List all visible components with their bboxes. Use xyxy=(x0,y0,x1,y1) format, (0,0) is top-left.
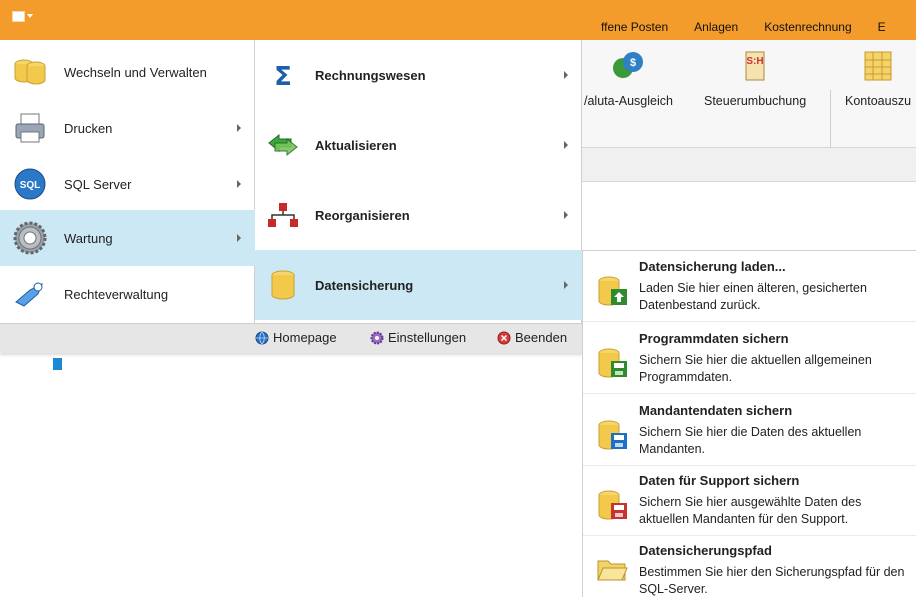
submenu-item-desc: Laden Sie hier einen älteren, gesicherte… xyxy=(639,281,867,312)
folder-open-icon xyxy=(597,560,628,581)
submenu-item-desc: Bestimmen Sie hier den Sicherungspfad fü… xyxy=(639,565,905,596)
app-menu-level1: Wechseln und Verwalten Drucken SQL SQL S… xyxy=(0,40,255,323)
database-stack-icon xyxy=(14,59,46,85)
menu-item-label: Wechseln und Verwalten xyxy=(64,64,207,80)
homepage-label: Homepage xyxy=(273,330,337,345)
chevron-right-icon xyxy=(237,124,241,132)
tax-transfer-icon: S:H xyxy=(745,51,765,81)
menu-item-sicherungspfad[interactable]: Datensicherungspfad Bestimmen Sie hier d… xyxy=(583,535,916,597)
chevron-right-icon xyxy=(237,180,241,188)
currency-exchange-icon: $ xyxy=(613,52,644,78)
menu-item-label: Rechnungswesen xyxy=(315,67,426,83)
settings-label: Einstellungen xyxy=(388,330,467,345)
gear-icon xyxy=(13,221,47,255)
menu-item-reorganisieren[interactable]: Reorganisieren xyxy=(255,180,582,250)
menu-item-mandantendaten-sichern[interactable]: Mandantendaten sichern Sichern Sie hier … xyxy=(583,395,916,465)
submenu-separator xyxy=(583,393,916,394)
chevron-down-icon xyxy=(27,14,33,18)
submenu-item-title: Mandantendaten sichern xyxy=(639,403,793,418)
ribbon-item-label: Steuerumbuchung xyxy=(704,94,807,108)
menu-item-programmdaten-sichern[interactable]: Programmdaten sichern Sichern Sie hier d… xyxy=(583,323,916,393)
menu-bottom-bar: Homepage Einstellungen Beenden xyxy=(0,323,583,353)
settings-gear-icon xyxy=(370,331,384,344)
tab-anlagen[interactable]: Anlagen xyxy=(681,20,751,34)
app-menu-icon xyxy=(12,10,25,22)
ribbon-item-label: Kontoauszu xyxy=(845,94,912,108)
svg-text:$: $ xyxy=(630,57,636,69)
submenu-item-desc: Sichern Sie hier ausgewählte Daten des a… xyxy=(639,495,862,526)
submenu-item-title: Programmdaten sichern xyxy=(639,331,789,346)
datensicherung-submenu: Datensicherung laden... Laden Sie hier e… xyxy=(582,250,916,597)
database-save-red-icon xyxy=(598,490,627,520)
database-upload-icon xyxy=(598,276,627,306)
tab-more[interactable]: E xyxy=(865,20,899,34)
homepage-button[interactable]: Homepage xyxy=(255,330,337,345)
globe-icon xyxy=(255,331,269,344)
printer-icon xyxy=(15,113,45,143)
menu-item-datensicherung-laden[interactable]: Datensicherung laden... Laden Sie hier e… xyxy=(583,251,916,321)
hierarchy-icon xyxy=(268,203,298,227)
menu-item-sql-server[interactable]: SQL SQL Server xyxy=(0,156,255,212)
menu-item-label: Aktualisieren xyxy=(315,137,397,153)
key-icon xyxy=(15,282,43,307)
valuta-ausgleich-button[interactable]: $ /aluta-Ausgleich xyxy=(584,50,673,108)
menu-item-label: Rechteverwaltung xyxy=(64,286,169,302)
exit-button[interactable]: Beenden xyxy=(497,330,567,345)
database-save-blue-icon xyxy=(598,420,627,450)
menu-item-datensicherung[interactable]: Datensicherung xyxy=(255,250,582,320)
menu-item-wartung[interactable]: Wartung xyxy=(0,210,255,266)
refresh-arrows-icon xyxy=(268,133,298,157)
close-circle-icon xyxy=(497,331,511,344)
menu-item-aktualisieren[interactable]: Aktualisieren xyxy=(255,110,582,180)
kontoauszug-button[interactable]: Kontoauszu xyxy=(845,50,911,108)
menu-item-label: Reorganisieren xyxy=(315,207,410,223)
tab-offene-posten[interactable]: ffene Posten xyxy=(588,20,681,34)
menu-item-label: SQL Server xyxy=(64,176,132,192)
submenu-item-title: Datensicherung laden... xyxy=(639,259,786,274)
settings-button[interactable]: Einstellungen xyxy=(370,330,466,345)
chevron-right-icon xyxy=(564,71,568,79)
submenu-item-title: Datensicherungspfad xyxy=(639,543,772,558)
chevron-right-icon xyxy=(237,234,241,242)
calendar-grid-icon xyxy=(864,51,892,81)
menu-item-label: Wartung xyxy=(64,230,113,246)
menu-item-support-sichern[interactable]: Daten für Support sichern Sichern Sie hi… xyxy=(583,465,916,535)
database-icon xyxy=(271,270,295,300)
menu-item-drucken[interactable]: Drucken xyxy=(0,100,255,156)
app-menu-level2: Σ Rechnungswesen Aktualisieren Reorganis… xyxy=(255,40,582,323)
database-save-green-icon xyxy=(598,348,627,378)
chevron-right-icon xyxy=(564,141,568,149)
svg-text:SQL: SQL xyxy=(20,180,41,191)
submenu-item-desc: Sichern Sie hier die aktuellen allgemein… xyxy=(639,353,872,384)
chevron-right-icon xyxy=(564,211,568,219)
exit-label: Beenden xyxy=(515,330,568,345)
ribbon-item-label: /aluta-Ausgleich xyxy=(584,94,673,108)
menu-item-label: Drucken xyxy=(64,120,113,136)
menu-item-wechseln[interactable]: Wechseln und Verwalten xyxy=(0,44,255,100)
menu-item-label: Datensicherung xyxy=(315,277,414,293)
submenu-item-desc: Sichern Sie hier die Daten des aktuellen… xyxy=(639,425,862,456)
ribbon-tabs: ffene Posten Anlagen Kostenrechnung E xyxy=(588,20,899,34)
steuerumbuchung-button[interactable]: S:H Steuerumbuchung xyxy=(704,50,806,108)
blue-indicator xyxy=(53,358,62,370)
tab-kostenrechnung[interactable]: Kostenrechnung xyxy=(751,20,864,34)
app-menu-button[interactable] xyxy=(12,8,34,24)
sigma-icon: Σ xyxy=(274,62,292,92)
svg-text:Σ: Σ xyxy=(274,62,292,92)
title-bar: ffene Posten Anlagen Kostenrechnung E xyxy=(0,0,916,40)
submenu-item-title: Daten für Support sichern xyxy=(639,473,800,488)
sql-server-icon: SQL xyxy=(14,168,46,200)
svg-text:S:H: S:H xyxy=(746,56,763,67)
menu-item-rechteverwaltung[interactable]: Rechteverwaltung xyxy=(0,266,255,322)
chevron-right-icon xyxy=(564,281,568,289)
menu-item-rechnungswesen[interactable]: Σ Rechnungswesen xyxy=(255,40,582,110)
submenu-separator xyxy=(583,321,916,322)
